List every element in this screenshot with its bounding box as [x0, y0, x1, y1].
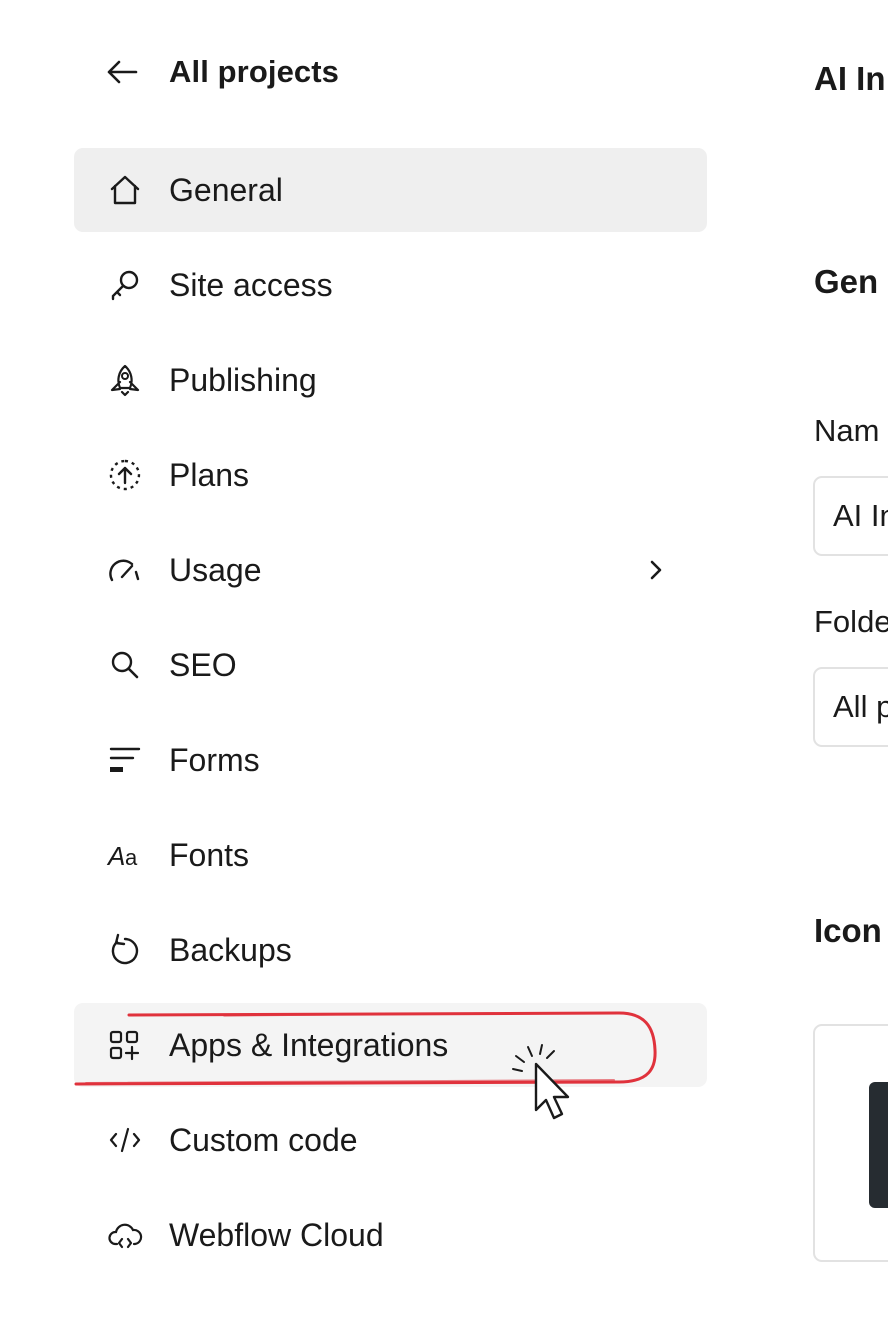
sidebar-item-label: Site access: [169, 267, 333, 303]
sidebar-item-plans[interactable]: Plans: [74, 433, 707, 517]
folder-select[interactable]: All p: [813, 667, 888, 747]
sidebar-item-apps-integrations[interactable]: Apps & Integrations: [74, 1003, 707, 1087]
search-icon: [106, 649, 144, 681]
sidebar-item-forms[interactable]: Forms: [74, 718, 707, 802]
font-icon: Aa: [106, 839, 144, 871]
project-icon-thumbnail: [869, 1082, 888, 1208]
project-icon-upload[interactable]: [813, 1024, 888, 1262]
sidebar-item-custom-code[interactable]: Custom code: [74, 1098, 707, 1182]
sidebar-item-label: SEO: [169, 647, 237, 683]
folder-field-label: Folde: [814, 604, 888, 639]
svg-text:A: A: [106, 841, 125, 871]
sidebar-item-site-access[interactable]: Site access: [74, 243, 707, 327]
project-title: AI In: [814, 60, 886, 97]
sidebar-item-general[interactable]: General: [74, 148, 707, 232]
back-to-all-projects-link[interactable]: All projects: [106, 50, 339, 94]
sidebar-item-label: Usage: [169, 552, 262, 588]
rocket-icon: [106, 364, 144, 397]
sidebar-item-publishing[interactable]: Publishing: [74, 338, 707, 422]
sidebar-item-label: Custom code: [169, 1122, 358, 1158]
back-link-label: All projects: [169, 54, 340, 89]
sidebar-item-label: Fonts: [169, 837, 250, 873]
code-icon: [106, 1124, 144, 1156]
sidebar-item-label: Webflow Cloud: [169, 1217, 384, 1253]
sidebar-item-usage[interactable]: Usage: [74, 528, 707, 612]
sidebar-item-backups[interactable]: Backups: [74, 908, 707, 992]
sidebar-item-webflow-cloud[interactable]: Webflow Cloud: [74, 1193, 707, 1277]
chevron-right-icon: [646, 557, 666, 583]
sidebar-item-label: Forms: [169, 742, 260, 778]
project-settings-panel: AI In Gen Nam AI In Folde All p Icon: [812, 0, 888, 1320]
sidebar-item-label: Publishing: [169, 362, 317, 398]
gauge-icon: [106, 554, 144, 586]
arrow-left-icon: [106, 57, 144, 87]
upgrade-icon: [106, 459, 144, 491]
sidebar-item-fonts[interactable]: Aa Fonts: [74, 813, 707, 897]
cloud-code-icon: [106, 1219, 144, 1251]
apps-icon: [106, 1029, 144, 1061]
name-field-label: Nam: [814, 413, 880, 448]
sidebar-item-label: General: [169, 172, 283, 208]
form-icon: [106, 744, 144, 776]
project-name-input[interactable]: AI In: [813, 476, 888, 556]
sidebar-item-label: Backups: [169, 932, 292, 968]
settings-sidebar-nav: General Site access Publishing Plans Usa…: [74, 148, 707, 1288]
sidebar-item-label: Plans: [169, 457, 250, 493]
icon-section-heading: Icon: [814, 912, 882, 949]
home-icon: [106, 174, 144, 206]
key-icon: [106, 269, 144, 301]
sidebar-item-label: Apps & Integrations: [169, 1027, 449, 1063]
general-section-heading: Gen: [814, 263, 879, 300]
restore-icon: [106, 933, 144, 966]
click-cursor-icon: [512, 1044, 570, 1120]
svg-text:a: a: [125, 845, 138, 870]
sidebar-item-seo[interactable]: SEO: [74, 623, 707, 707]
